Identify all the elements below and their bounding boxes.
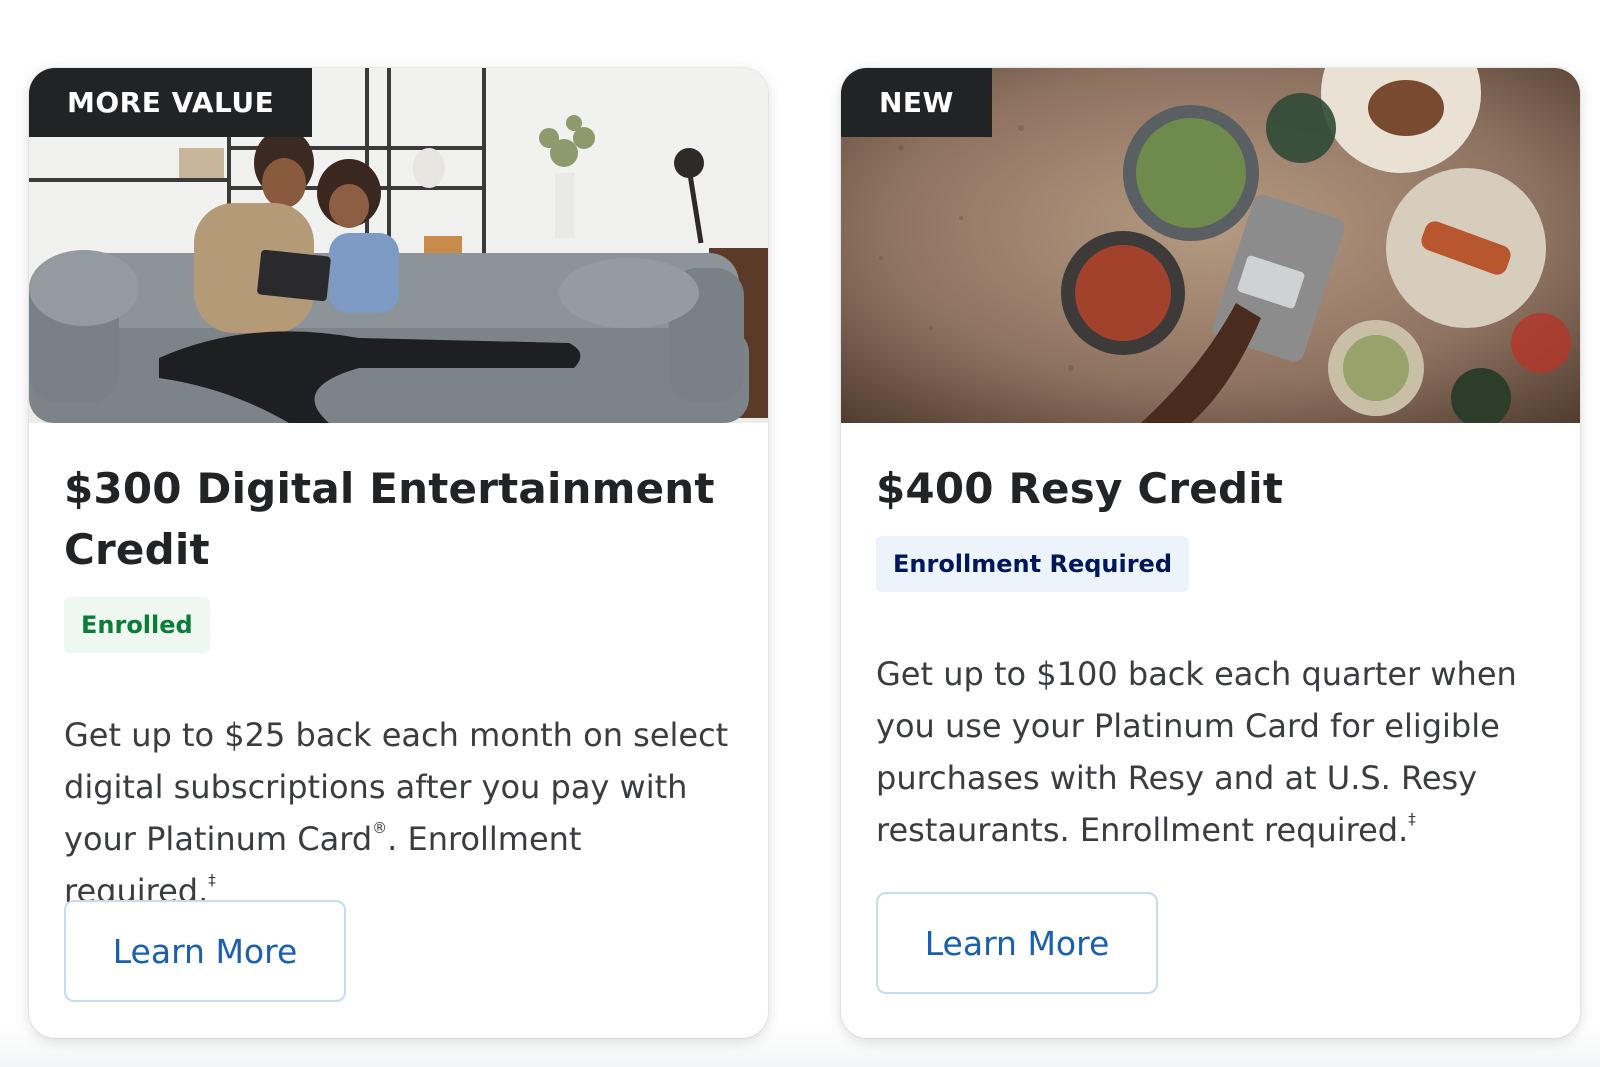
footnote-mark: ‡: [1408, 810, 1416, 828]
card-title: $300 Digital Entertainment Credit: [64, 464, 715, 574]
benefit-card-digital-entertainment: MORE VALUE $300 Digital Entertainment Cr…: [29, 68, 768, 1038]
learn-more-button[interactable]: Learn More: [876, 892, 1158, 994]
card-title: $400 Resy Credit: [876, 464, 1284, 513]
card-description: Get up to $100 back each quarter when yo…: [876, 648, 1545, 856]
description-text: Get up to $100 back each quarter when yo…: [876, 655, 1517, 849]
benefit-card-resy-credit: NEW $400 Resy Credit Enrollment Required…: [841, 68, 1580, 1038]
status-badge-enrollment-required: Enrollment Required: [876, 536, 1189, 592]
registered-mark: ®: [372, 819, 388, 837]
footnote-mark: ‡: [208, 871, 216, 889]
card-body: $400 Resy Credit Enrollment Required Get…: [876, 458, 1545, 856]
card-description: Get up to $25 back each month on select …: [64, 709, 733, 917]
card-badge: NEW: [841, 68, 992, 137]
status-badge-enrolled: Enrolled: [64, 597, 210, 653]
card-badge: MORE VALUE: [29, 68, 313, 137]
learn-more-button[interactable]: Learn More: [64, 900, 346, 1002]
card-body: $300 Digital Entertainment Credit Enroll…: [64, 458, 733, 917]
